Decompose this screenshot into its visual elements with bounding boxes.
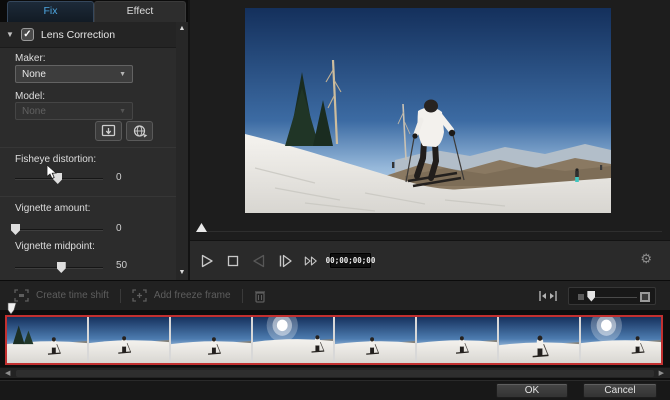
model-value: None [22,106,46,117]
filmstrip-thumbnail[interactable] [171,317,251,363]
filmstrip-thumbnails [5,315,663,365]
check-icon: ✓ [23,30,31,40]
maker-label: Maker: [15,53,46,64]
seek-bar[interactable] [196,231,662,232]
fisheye-slider-thumb[interactable] [53,173,62,184]
filmstrip-thumbnail[interactable] [417,317,497,363]
timecode-display: 00;00;00;00 [330,253,371,268]
maker-dropdown[interactable]: None ▼ [15,65,133,83]
filmstrip-thumbnail[interactable] [581,317,661,363]
scroll-left-icon[interactable]: ◀ [5,369,10,377]
vignette-amount-slider-thumb[interactable] [11,224,20,235]
vignette-midpoint-slider-thumb[interactable] [57,262,66,273]
fisheye-distortion-value: 0 [116,172,122,183]
zoom-out-button[interactable] [578,294,584,300]
preview-pane: 00;00;00;00 ⚙ [188,0,670,280]
model-label: Model: [15,91,45,102]
lens-correction-window: Fix Effect ▼ ✓ Lens Correction Maker: No… [0,0,670,400]
tab-fix[interactable]: Fix [7,1,94,22]
video-frame [245,8,611,213]
scrollbar-bar[interactable] [16,370,654,377]
panel-scrollbar[interactable]: ▲ ▼ [176,22,188,280]
timeline-toolbar: Create time shift Add freeze frame [0,280,670,310]
zoom-slider-thumb[interactable] [587,291,595,302]
lens-correction-header: ▼ ✓ Lens Correction [0,22,188,48]
add-freeze-frame-label: Add freeze frame [154,290,231,301]
import-profile-icon [101,124,117,138]
add-freeze-frame-button[interactable]: Add freeze frame [132,289,231,302]
chevron-down-icon: ▼ [119,71,126,78]
model-dropdown: None ▼ [15,102,133,120]
divider [242,289,243,303]
timeline-zoom-control [568,287,656,305]
dialog-footer: OK Cancel [0,380,670,400]
fit-timeline-icon [539,290,557,302]
vignette-midpoint-slider[interactable] [15,267,103,269]
divider [0,147,176,148]
filmstrip-section: ◀ ▶ [0,310,670,380]
maker-value: None [22,69,46,80]
download-online-button[interactable] [126,121,153,141]
vignette-amount-slider[interactable] [15,229,103,231]
fisheye-distortion-label: Fisheye distortion: [15,154,96,165]
freeze-frame-icon [132,289,147,302]
next-frame-button[interactable] [278,254,292,268]
collapse-arrow-icon[interactable]: ▼ [6,30,14,39]
scroll-right-icon[interactable]: ▶ [659,369,664,377]
vignette-amount-label: Vignette amount: [15,203,90,214]
seek-thumb[interactable] [196,223,207,232]
transport-bar: 00;00;00;00 [190,240,670,280]
lens-correction-title: Lens Correction [41,29,115,41]
chevron-down-icon: ▼ [119,108,126,115]
filmstrip-thumbnail[interactable] [335,317,415,363]
stop-button[interactable] [226,254,240,268]
vignette-midpoint-value: 50 [116,260,127,271]
zoom-slider-track[interactable] [591,297,637,298]
play-button[interactable] [200,254,214,268]
scroll-up-icon[interactable]: ▲ [176,25,188,32]
zoom-in-button[interactable] [640,292,650,302]
scroll-down-icon[interactable]: ▼ [176,269,188,276]
trash-icon [254,289,266,303]
filmstrip-thumbnail[interactable] [499,317,579,363]
fit-timeline-button[interactable] [539,290,557,302]
delete-button [254,289,266,303]
previous-frame-button [252,254,266,268]
vignette-midpoint-label: Vignette midpoint: [15,241,95,252]
import-profile-button[interactable] [95,121,122,141]
lens-correction-checkbox[interactable]: ✓ [21,28,34,41]
globe-download-icon [132,124,148,138]
time-shift-icon [14,289,29,302]
filmstrip-thumbnail[interactable] [253,317,333,363]
top-section: Fix Effect ▼ ✓ Lens Correction Maker: No… [0,0,670,280]
video-preview[interactable] [245,8,611,213]
timeline-playhead[interactable] [6,302,17,320]
cancel-button[interactable]: Cancel [583,383,657,398]
vignette-amount-value: 0 [116,223,122,234]
divider [0,196,176,197]
create-time-shift-button[interactable]: Create time shift [14,289,109,302]
ok-button[interactable]: OK [496,383,568,398]
tab-effect[interactable]: Effect [94,1,186,22]
timeline-scrollbar[interactable]: ◀ ▶ [0,367,670,378]
filmstrip-thumbnail[interactable] [7,317,87,363]
panel-tabs: Fix Effect [0,0,188,22]
gear-icon[interactable]: ⚙ [640,252,652,265]
create-time-shift-label: Create time shift [36,290,109,301]
fix-panel: Fix Effect ▼ ✓ Lens Correction Maker: No… [0,0,188,280]
divider [120,289,121,303]
fisheye-distortion-slider[interactable] [15,178,103,180]
fast-forward-button[interactable] [304,254,318,268]
filmstrip-thumbnail[interactable] [89,317,169,363]
